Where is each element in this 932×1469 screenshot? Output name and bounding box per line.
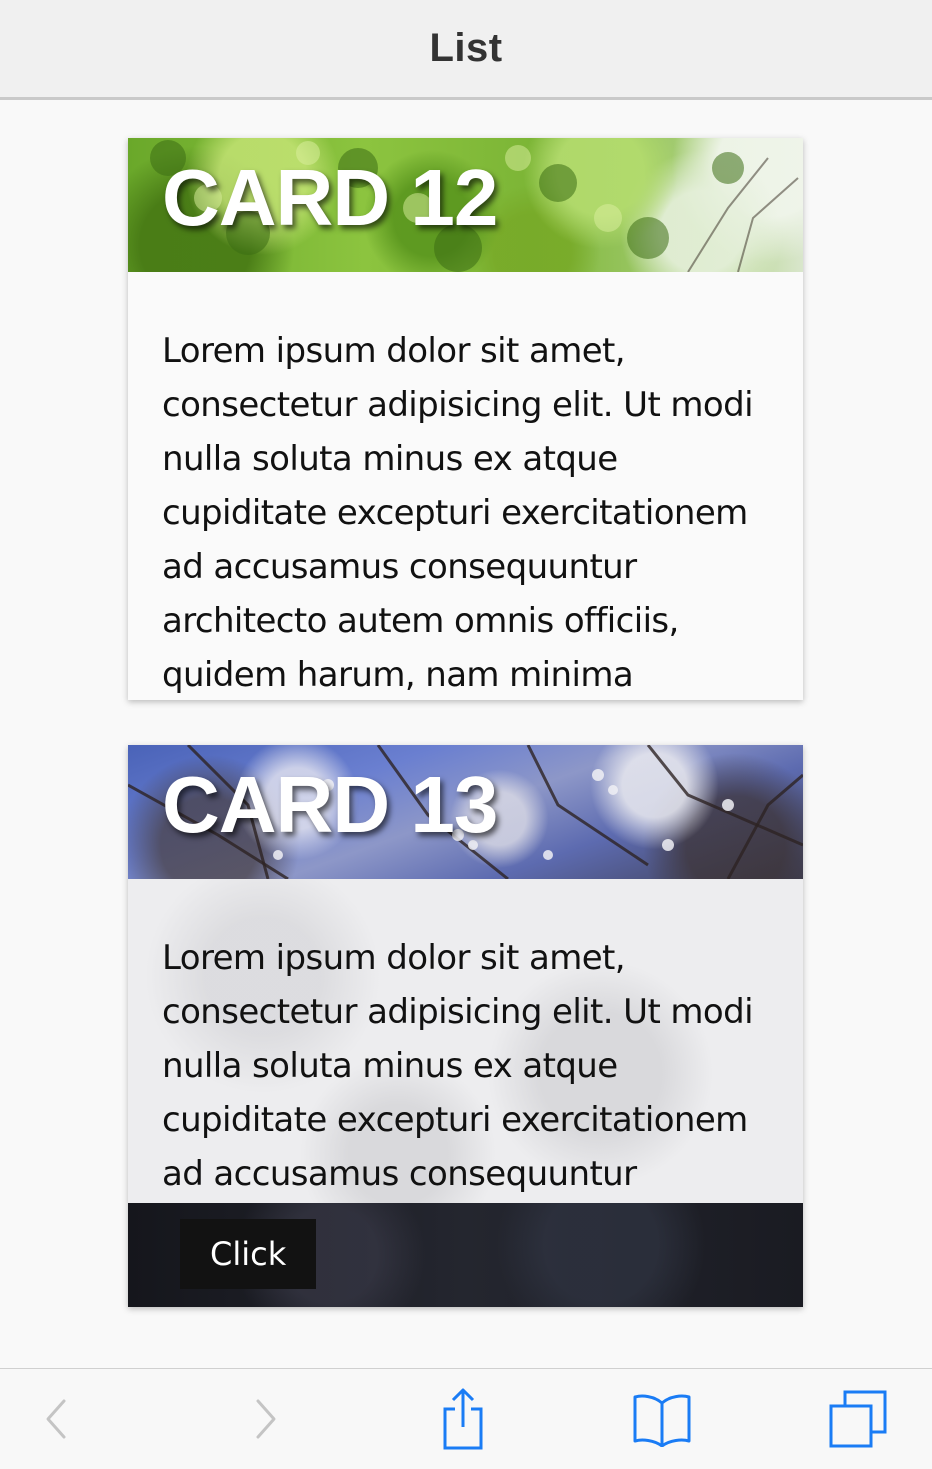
browser-toolbar <box>0 1368 932 1469</box>
card-title: CARD 12 <box>162 153 498 242</box>
card-footer: Click <box>128 1203 803 1307</box>
card-text: Lorem ipsum dolor sit amet, consectetur … <box>162 331 754 695</box>
tabs-icon <box>829 1390 887 1448</box>
bookmarks-button[interactable] <box>622 1383 702 1455</box>
click-button[interactable]: Click <box>180 1219 317 1289</box>
navigation-bar: List <box>0 0 932 100</box>
card-text: Lorem ipsum dolor sit amet, consectetur … <box>162 938 754 1194</box>
card-list[interactable]: CARD 12 Lorem ipsum dolor sit amet, cons… <box>0 100 932 1368</box>
bookmarks-icon <box>633 1394 691 1447</box>
back-icon <box>46 1399 66 1439</box>
card-13: CARD 13 Lorem ipsum dolor sit amet, cons… <box>128 745 803 1307</box>
share-icon <box>443 1388 483 1450</box>
tabs-button[interactable] <box>818 1383 898 1455</box>
card-12: CARD 12 Lorem ipsum dolor sit amet, cons… <box>128 138 803 700</box>
back-button[interactable] <box>18 1383 98 1455</box>
forward-icon <box>256 1399 276 1439</box>
forward-button[interactable] <box>224 1383 304 1455</box>
page-title: List <box>429 26 503 70</box>
card-body: Lorem ipsum dolor sit amet, consectetur … <box>128 879 803 1203</box>
card-header-image: CARD 13 <box>128 745 803 879</box>
share-button[interactable] <box>423 1383 503 1455</box>
card-header-image: CARD 12 <box>128 138 803 272</box>
card-body: Lorem ipsum dolor sit amet, consectetur … <box>128 272 803 700</box>
card-title: CARD 13 <box>162 760 498 849</box>
